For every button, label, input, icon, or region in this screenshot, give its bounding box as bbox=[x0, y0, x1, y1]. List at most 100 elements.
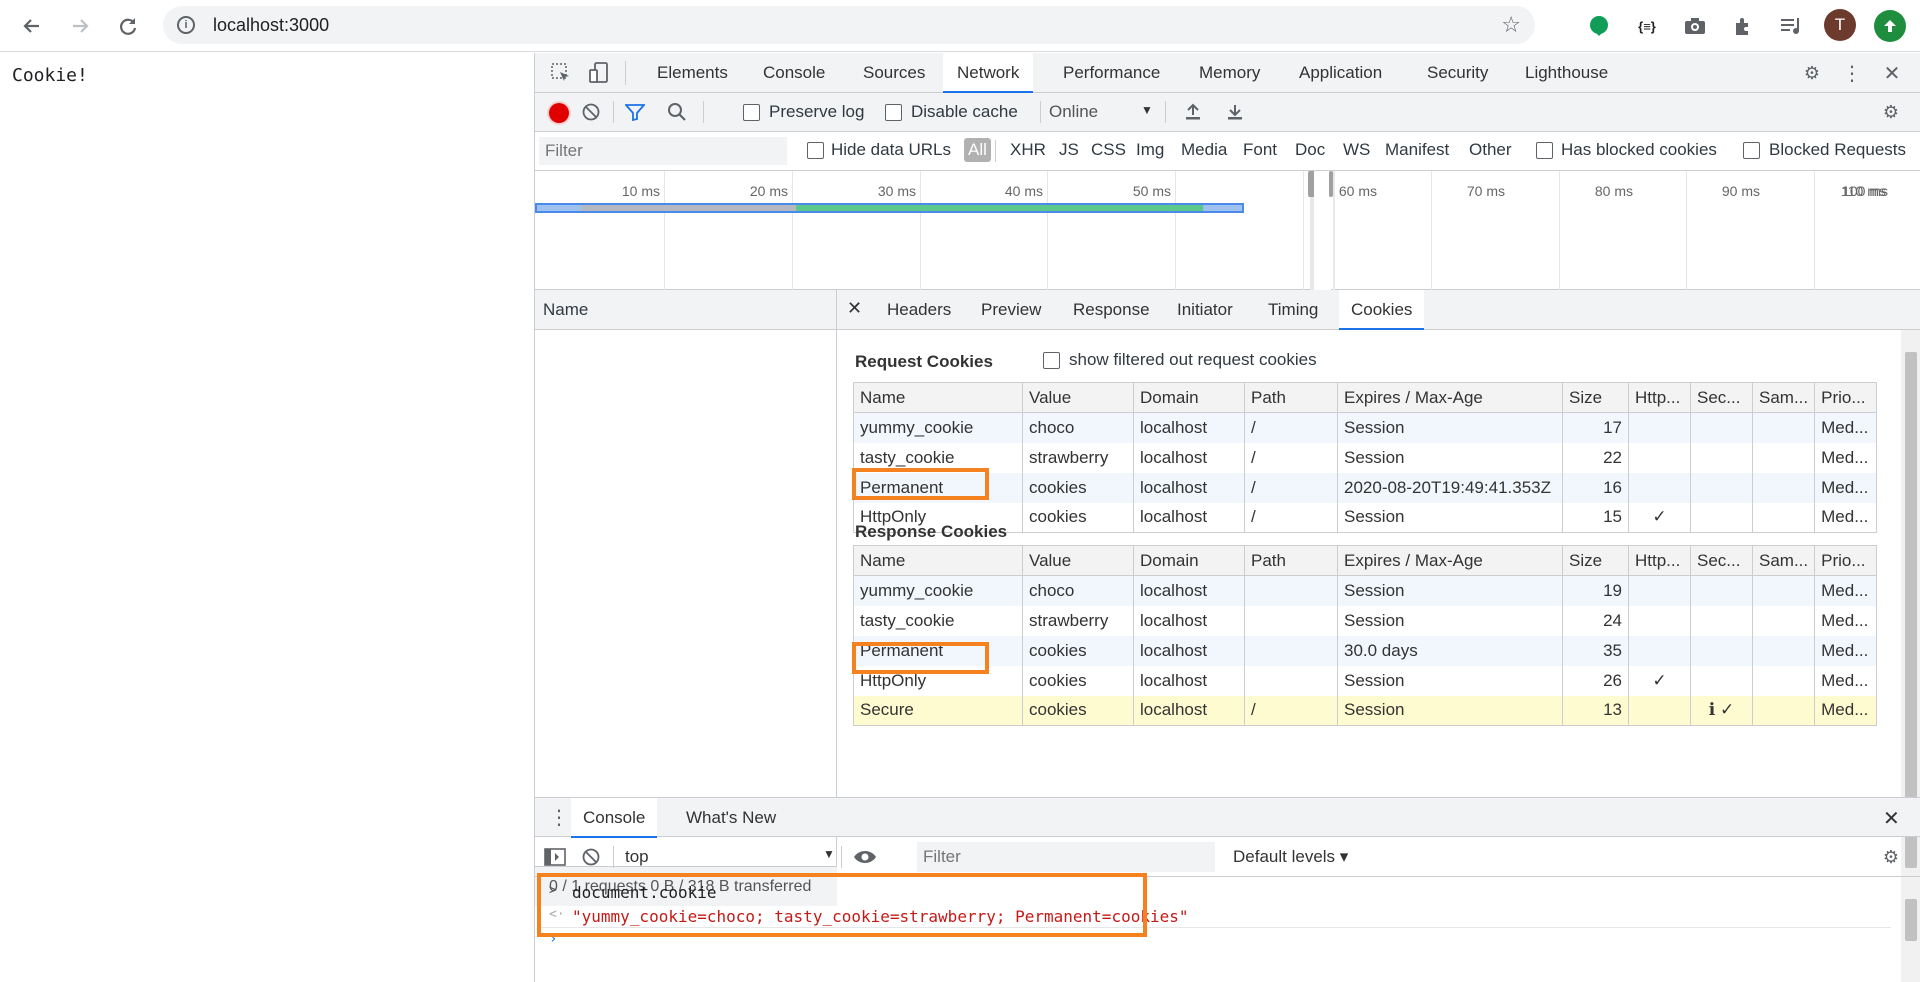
column-header[interactable]: Domain bbox=[1133, 545, 1245, 576]
search-icon[interactable] bbox=[663, 98, 691, 126]
type-filter-ws[interactable]: WS bbox=[1343, 140, 1370, 160]
close-detail-icon[interactable]: ✕ bbox=[847, 298, 862, 319]
chevron-down-icon[interactable]: ▼ bbox=[1141, 103, 1153, 117]
type-filter-all[interactable]: All bbox=[964, 138, 991, 162]
column-header[interactable]: Value bbox=[1022, 545, 1134, 576]
column-header[interactable]: Sam... bbox=[1751, 382, 1816, 413]
column-header[interactable]: Http... bbox=[1628, 545, 1691, 576]
forward-icon[interactable] bbox=[63, 9, 97, 43]
close-drawer-icon[interactable]: ✕ bbox=[1883, 806, 1900, 831]
import-har-icon[interactable] bbox=[1179, 98, 1207, 126]
console-sidebar-icon[interactable] bbox=[541, 843, 569, 871]
type-filter-xhr[interactable]: XHR bbox=[1010, 140, 1046, 160]
tab-console[interactable]: Console bbox=[763, 53, 825, 93]
hide-data-urls-checkbox[interactable] bbox=[807, 142, 824, 159]
column-header[interactable]: Prio... bbox=[1814, 545, 1878, 576]
column-header[interactable]: Sec... bbox=[1690, 545, 1753, 576]
table-row[interactable]: yummy_cookie choco localhost Session 19 … bbox=[853, 575, 1878, 606]
drawer-menu-icon[interactable]: ⋮ bbox=[549, 805, 569, 830]
type-filter-manifest[interactable]: Manifest bbox=[1385, 140, 1449, 160]
table-row[interactable]: Secure cookies localhost / Session 13 ℹ … bbox=[853, 695, 1878, 726]
column-header[interactable]: Prio... bbox=[1814, 382, 1878, 413]
device-toolbar-icon[interactable] bbox=[585, 59, 613, 87]
name-column-header[interactable]: Name bbox=[535, 290, 836, 330]
type-filter-img[interactable]: Img bbox=[1136, 140, 1164, 160]
profile-avatar[interactable]: T bbox=[1824, 9, 1856, 41]
column-header[interactable]: Http... bbox=[1628, 382, 1691, 413]
column-header[interactable]: Path bbox=[1244, 545, 1338, 576]
network-settings-icon[interactable]: ⚙ bbox=[1877, 98, 1905, 126]
column-header[interactable]: Value bbox=[1022, 382, 1134, 413]
type-filter-js[interactable]: JS bbox=[1059, 140, 1079, 160]
extensions-puzzle-icon[interactable] bbox=[1729, 12, 1757, 40]
type-filter-other[interactable]: Other bbox=[1469, 140, 1512, 160]
column-header[interactable]: Name bbox=[853, 545, 1023, 576]
tab-network[interactable]: Network bbox=[943, 53, 1034, 93]
context-select[interactable]: top bbox=[625, 847, 649, 867]
json-extension-icon[interactable]: {≡} bbox=[1633, 12, 1661, 40]
scrollbar-thumb[interactable] bbox=[1905, 352, 1917, 868]
tab-performance[interactable]: Performance bbox=[1063, 53, 1160, 93]
table-row[interactable]: tasty_cookie strawberry localhost / Sess… bbox=[853, 442, 1878, 473]
console-scrollbar[interactable] bbox=[1901, 877, 1920, 982]
extension-green-icon[interactable] bbox=[1585, 12, 1613, 40]
clear-icon[interactable] bbox=[577, 98, 605, 126]
media-queue-icon[interactable] bbox=[1777, 12, 1805, 40]
throttle-select[interactable]: Online bbox=[1049, 102, 1098, 122]
table-row[interactable]: yummy_cookie choco localhost / Session 1… bbox=[853, 412, 1878, 443]
table-row[interactable]: Permanent cookies localhost 30.0 days 35… bbox=[853, 635, 1878, 666]
tab-memory[interactable]: Memory bbox=[1199, 53, 1260, 93]
close-devtools-icon[interactable]: ✕ bbox=[1878, 59, 1906, 87]
drawer-tab-whats-new[interactable]: What's New bbox=[686, 798, 776, 838]
column-header[interactable]: Expires / Max-Age bbox=[1337, 545, 1563, 576]
preserve-log-checkbox[interactable] bbox=[743, 104, 760, 121]
disable-cache-checkbox[interactable] bbox=[885, 104, 902, 121]
detail-tab-preview[interactable]: Preview bbox=[981, 290, 1041, 330]
table-row[interactable]: HttpOnly cookies localhost Session 26 ✓ … bbox=[853, 665, 1878, 696]
export-har-icon[interactable] bbox=[1221, 98, 1249, 126]
tab-application[interactable]: Application bbox=[1299, 53, 1382, 93]
table-row[interactable]: Permanent cookies localhost / 2020-08-20… bbox=[853, 472, 1878, 503]
console-output[interactable]: > document.cookie <· "yummy_cookie=choco… bbox=[535, 873, 1920, 982]
address-bar[interactable]: i localhost:3000 ☆ bbox=[163, 6, 1535, 44]
update-icon[interactable] bbox=[1874, 10, 1906, 42]
live-expression-eye-icon[interactable] bbox=[851, 843, 879, 871]
column-header[interactable]: Name bbox=[853, 382, 1023, 413]
show-filtered-checkbox[interactable] bbox=[1043, 352, 1060, 369]
clear-console-icon[interactable] bbox=[577, 843, 605, 871]
inspect-element-icon[interactable] bbox=[547, 59, 575, 87]
site-info-icon[interactable]: i bbox=[177, 16, 195, 34]
more-options-icon[interactable]: ⋮ bbox=[1838, 59, 1866, 87]
has-blocked-cookies-checkbox[interactable] bbox=[1536, 142, 1553, 159]
table-row[interactable]: tasty_cookie strawberry localhost Sessio… bbox=[853, 605, 1878, 636]
detail-tab-initiator[interactable]: Initiator bbox=[1177, 290, 1233, 330]
column-header[interactable]: Expires / Max-Age bbox=[1337, 382, 1563, 413]
column-header[interactable]: Sam... bbox=[1751, 545, 1816, 576]
type-filter-doc[interactable]: Doc bbox=[1295, 140, 1325, 160]
column-header[interactable]: Size bbox=[1562, 382, 1629, 413]
type-filter-css[interactable]: CSS bbox=[1091, 140, 1126, 160]
type-filter-font[interactable]: Font bbox=[1243, 140, 1277, 160]
blocked-requests-checkbox[interactable] bbox=[1743, 142, 1760, 159]
column-header[interactable]: Size bbox=[1562, 545, 1629, 576]
tab-sources[interactable]: Sources bbox=[863, 53, 925, 93]
chevron-down-icon[interactable]: ▼ bbox=[823, 847, 835, 861]
log-levels-dropdown[interactable]: Default levels ▾ bbox=[1233, 847, 1348, 867]
network-filter-input[interactable] bbox=[539, 137, 787, 165]
detail-tab-response[interactable]: Response bbox=[1073, 290, 1150, 330]
bookmark-star-icon[interactable]: ☆ bbox=[1501, 12, 1521, 38]
tab-lighthouse[interactable]: Lighthouse bbox=[1525, 53, 1608, 93]
column-header[interactable]: Domain bbox=[1133, 382, 1245, 413]
tab-elements[interactable]: Elements bbox=[657, 53, 728, 93]
column-header[interactable]: Sec... bbox=[1690, 382, 1753, 413]
detail-tab-cookies[interactable]: Cookies bbox=[1339, 290, 1425, 330]
settings-gear-icon[interactable]: ⚙ bbox=[1798, 59, 1826, 87]
detail-tab-timing[interactable]: Timing bbox=[1268, 290, 1318, 330]
record-button[interactable] bbox=[549, 103, 569, 123]
filter-funnel-icon[interactable] bbox=[621, 98, 649, 126]
detail-tab-headers[interactable]: Headers bbox=[887, 290, 951, 330]
tab-security[interactable]: Security bbox=[1427, 53, 1488, 93]
network-overview-timeline[interactable]: 10 ms 20 ms 30 ms 40 ms 50 ms 60 ms 70 m… bbox=[535, 171, 1920, 290]
back-icon[interactable] bbox=[15, 9, 49, 43]
scrollbar-thumb[interactable] bbox=[1905, 899, 1917, 941]
